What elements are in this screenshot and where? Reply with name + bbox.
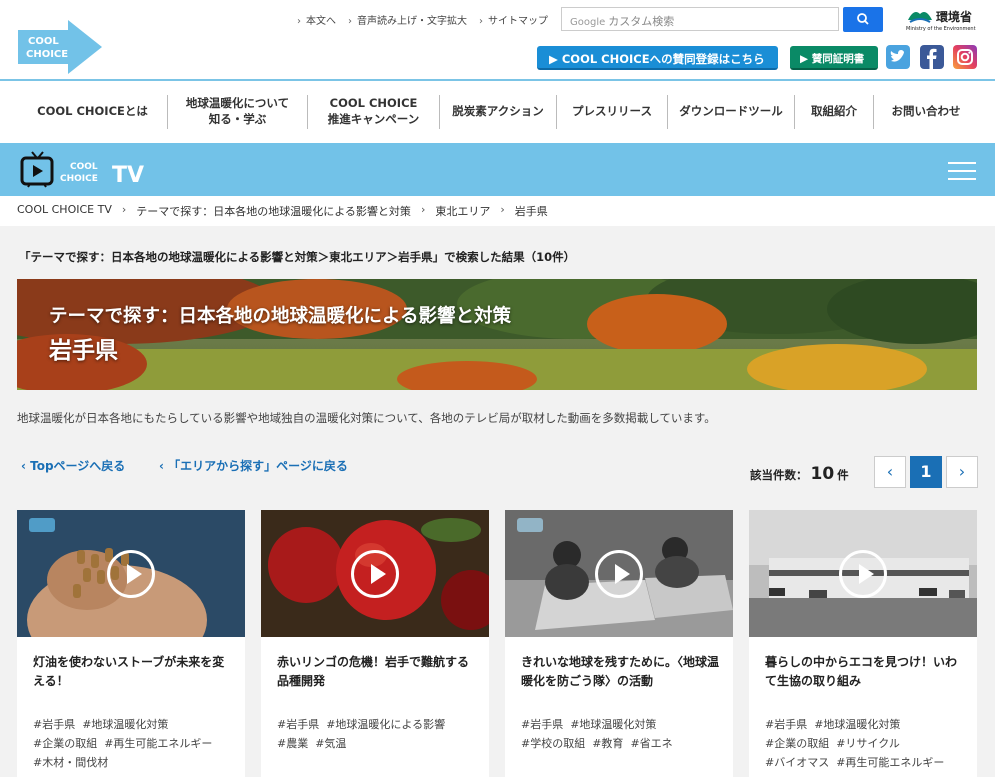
hero-title: テーマで探す：日本各地の地球温暖化による影響と対策 [49, 306, 511, 327]
tv-logo-line1: COOL [70, 162, 98, 172]
search-icon [857, 13, 869, 25]
breadcrumb-theme[interactable]: テーマで探す：日本各地の地球温暖化による影響と対策 [136, 203, 411, 219]
search-result-heading: 「テーマで探す：日本各地の地球温暖化による影響と対策＞東北エリア＞岩手県」で検索… [19, 250, 576, 264]
chevron-right-icon: › [420, 203, 426, 216]
video-card[interactable]: きれいな地球を残すために。〈地球温暖化を防ごう隊〉の活動 #岩手県 #地球温暖化対… [505, 510, 733, 777]
tv-banner: COOL CHOICE TV [0, 143, 995, 196]
instagram-icon[interactable] [953, 45, 977, 69]
breadcrumb-home[interactable]: COOL CHOICE TV [17, 203, 112, 219]
tag[interactable]: #再生可能エネルギー [104, 737, 212, 750]
video-title[interactable]: きれいな地球を残すために。〈地球温暖化を防ごう隊〉の活動 [521, 653, 721, 691]
chevron-left-icon: ‹ [21, 459, 31, 473]
tag[interactable]: #農業 [277, 737, 308, 750]
tag[interactable]: #学校の取組 [521, 737, 585, 750]
tag-list: #岩手県 #地球温暖化による影響 #農業 #気温 [277, 715, 482, 753]
sitemap-link[interactable]: サイトマップ [479, 12, 548, 27]
video-thumbnail[interactable] [261, 510, 489, 637]
site-header: COOL CHOICE 本文へ 音声読み上げ・文字拡大 サイトマップ Googl… [0, 0, 995, 80]
tag[interactable]: #リサイクル [836, 737, 900, 750]
hero-image [17, 279, 977, 390]
twitter-icon[interactable] [886, 45, 910, 69]
play-icon[interactable] [107, 550, 155, 598]
tag[interactable]: #地球温暖化対策 [570, 718, 656, 731]
search-input[interactable]: Google カスタム検索 [561, 7, 839, 31]
video-card[interactable]: 暮らしの中からエコを見つけ！いわて生協の取り組み #岩手県 #地球温暖化対策 #企… [749, 510, 977, 777]
nav-campaign[interactable]: COOL CHOICE 推進キャンペーン [308, 95, 440, 129]
tag[interactable]: #再生可能エネルギー [836, 756, 944, 769]
tag-list: #岩手県 #地球温暖化対策 #学校の取組 #教育 #省エネ [521, 715, 726, 753]
chevron-left-icon: ‹ [159, 459, 169, 473]
svg-text:Ministry of the Environment: Ministry of the Environment [906, 26, 976, 32]
nav-decarbon-action[interactable]: 脱炭素アクション [440, 95, 557, 129]
page-description: 地球温暖化が日本各地にもたらしている影響や地域独自の温暖化対策について、各地のテ… [17, 411, 716, 425]
result-count: 該当件数： 10 件 [750, 464, 849, 484]
tv-logo-tv: TV [112, 163, 144, 188]
pagination-prev-button[interactable]: ‹ [874, 456, 906, 488]
back-to-area-link[interactable]: ‹ 「エリアから探す」ページに戻る [159, 457, 348, 474]
video-card[interactable]: 赤いリンゴの危機！岩手で難航する品種開発 #岩手県 #地球温暖化による影響 #農業… [261, 510, 489, 777]
svg-text:COOL: COOL [28, 36, 59, 47]
nav-learn[interactable]: 地球温暖化について 知る・学ぶ [168, 95, 308, 129]
hero-subtitle: 岩手県 [49, 338, 118, 364]
play-icon[interactable] [595, 550, 643, 598]
tag[interactable]: #木材・間伐材 [33, 756, 108, 769]
nav-download-tools[interactable]: ダウンロードツール [668, 95, 795, 129]
back-to-top-link[interactable]: ‹ Topページへ戻る [21, 457, 125, 474]
tag[interactable]: #地球温暖化対策 [814, 718, 900, 731]
tv-logo-line2: CHOICE [60, 174, 98, 184]
video-title[interactable]: 灯油を使わないストーブが未来を変える！ [33, 653, 233, 691]
register-button[interactable]: ▶ COOL CHOICEへの賛同登録はこちら [537, 46, 778, 70]
cool-choice-tv-logo[interactable]: COOL CHOICE TV [20, 150, 150, 192]
tag-list: #岩手県 #地球温暖化対策 #企業の取組 #リサイクル #バイオマス #再生可能エネル… [765, 715, 970, 772]
tag[interactable]: #岩手県 [521, 718, 563, 731]
tag-list: #岩手県 #地球温暖化対策 #企業の取組 #再生可能エネルギー #木材・間伐材 [33, 715, 238, 772]
nav-about[interactable]: COOL CHOICEとは [18, 95, 168, 129]
tag[interactable]: #バイオマス [765, 756, 829, 769]
video-thumbnail[interactable] [505, 510, 733, 637]
hamburger-menu-icon[interactable] [948, 162, 976, 180]
video-title[interactable]: 赤いリンゴの危機！岩手で難航する品種開発 [277, 653, 477, 691]
nav-contact[interactable]: お問い合わせ [874, 95, 978, 129]
search-button[interactable] [843, 7, 883, 32]
nav-initiatives[interactable]: 取組紹介 [795, 95, 874, 129]
accessibility-link[interactable]: 音声読み上げ・文字拡大 [348, 12, 467, 27]
tag[interactable]: #企業の取組 [765, 737, 829, 750]
tag[interactable]: #岩手県 [765, 718, 807, 731]
facebook-icon[interactable] [920, 45, 944, 69]
tag[interactable]: #地球温暖化対策 [82, 718, 168, 731]
chevron-right-icon: › [500, 203, 505, 216]
breadcrumb-area[interactable]: 東北エリア [435, 203, 490, 219]
tag[interactable]: #省エネ [630, 737, 672, 750]
breadcrumb-current: 岩手県 [514, 205, 548, 218]
chevron-right-icon: › [121, 203, 127, 216]
svg-text:CHOICE: CHOICE [26, 49, 68, 60]
pagination-next-button[interactable]: › [946, 456, 978, 488]
skip-to-content-link[interactable]: 本文へ [297, 12, 336, 27]
video-title[interactable]: 暮らしの中からエコを見つけ！いわて生協の取り組み [765, 653, 965, 691]
search-brand: Google [570, 17, 606, 28]
hero-banner: テーマで探す：日本各地の地球温暖化による影響と対策 岩手県 [17, 279, 977, 390]
utility-links: 本文へ 音声読み上げ・文字拡大 サイトマップ [297, 12, 548, 27]
tag[interactable]: #教育 [592, 737, 623, 750]
ministry-logo[interactable]: 環境省 Ministry of the Environment [904, 6, 984, 32]
nav-press-release[interactable]: プレスリリース [557, 95, 668, 129]
tag[interactable]: #岩手県 [277, 718, 319, 731]
play-icon[interactable] [351, 550, 399, 598]
tag[interactable]: #気温 [315, 737, 346, 750]
breadcrumb: COOL CHOICE TV › テーマで探す：日本各地の地球温暖化による影響と対… [17, 203, 558, 219]
video-thumbnail[interactable] [749, 510, 977, 637]
video-thumbnail[interactable] [17, 510, 245, 637]
play-icon[interactable] [839, 550, 887, 598]
tag[interactable]: #岩手県 [33, 718, 75, 731]
svg-text:環境省: 環境省 [936, 9, 972, 24]
cool-choice-logo[interactable]: COOL CHOICE [18, 20, 102, 74]
pagination-page-1[interactable]: 1 [910, 456, 942, 488]
video-card[interactable]: 灯油を使わないストーブが未来を変える！ #岩手県 #地球温暖化対策 #企業の取組 #… [17, 510, 245, 777]
certificate-button[interactable]: ▶ 賛同証明書 [790, 46, 878, 70]
global-nav: COOL CHOICEとは 地球温暖化について 知る・学ぶ COOL CHOIC… [18, 81, 978, 143]
tag[interactable]: #企業の取組 [33, 737, 97, 750]
tag[interactable]: #地球温暖化による影響 [326, 718, 445, 731]
